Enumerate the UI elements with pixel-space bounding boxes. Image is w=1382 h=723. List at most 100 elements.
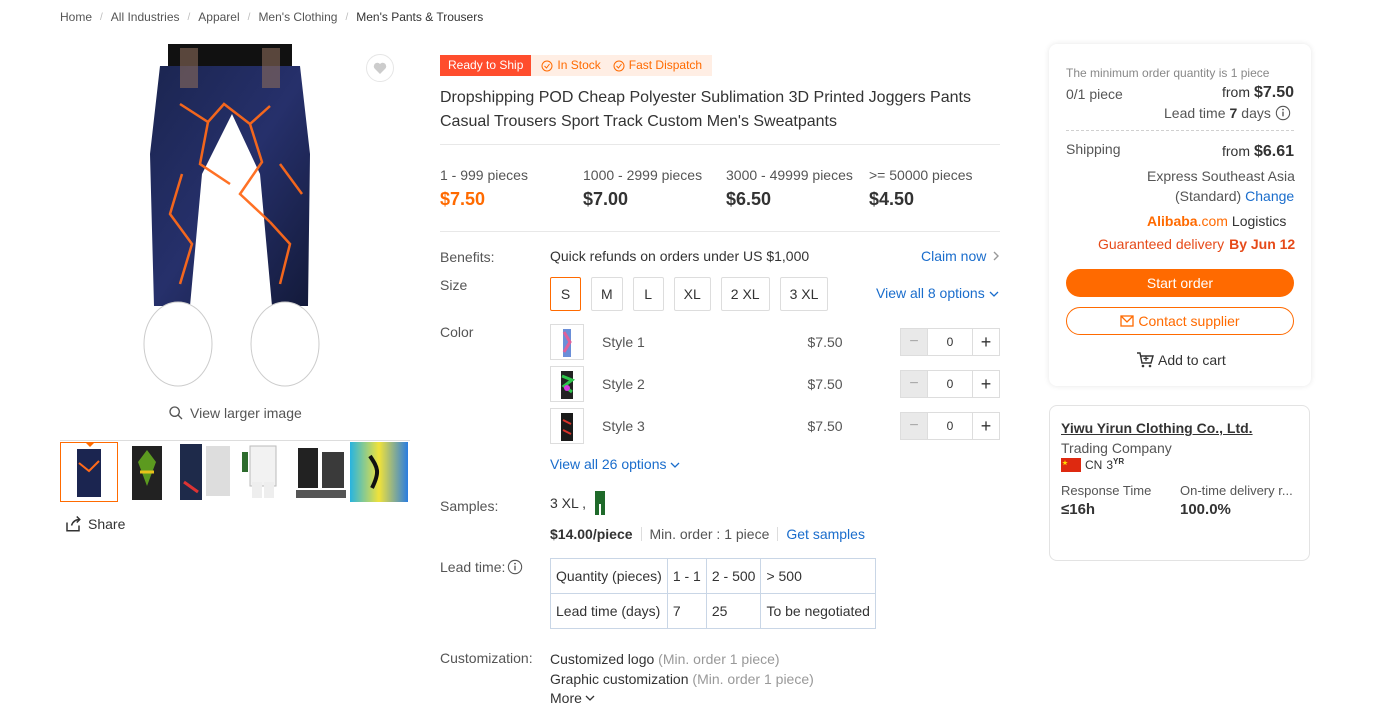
- share-button[interactable]: Share: [64, 515, 125, 533]
- price-tier: 1 - 999 pieces $7.50: [440, 167, 583, 210]
- claim-now-link[interactable]: Claim now: [921, 248, 1000, 264]
- color-swatch[interactable]: [550, 324, 585, 360]
- size-option-2xl[interactable]: 2 XL: [720, 277, 770, 311]
- product-title: Dropshipping POD Cheap Polyester Sublima…: [440, 86, 1000, 134]
- table-cell: Quantity (pieces): [550, 558, 668, 594]
- increment-button[interactable]: +: [972, 412, 1000, 440]
- main-product-image[interactable]: [120, 44, 340, 396]
- thumbnail[interactable]: [176, 442, 234, 502]
- decrement-button[interactable]: −: [900, 328, 928, 356]
- thumbnail-strip: [60, 440, 410, 502]
- change-shipping-link[interactable]: Change: [1245, 188, 1294, 204]
- quantity-stepper: − 0 +: [900, 370, 1000, 398]
- size-option-m[interactable]: M: [591, 277, 623, 311]
- style-price: $7.50: [807, 376, 843, 392]
- view-larger-label: View larger image: [190, 405, 302, 421]
- start-order-button[interactable]: Start order: [1066, 269, 1294, 297]
- thumbnail[interactable]: [234, 442, 292, 502]
- color-swatch[interactable]: [550, 408, 585, 444]
- increment-button[interactable]: +: [972, 370, 1000, 398]
- tier-price: $7.00: [583, 189, 629, 209]
- breadcrumb-all-industries[interactable]: All Industries: [111, 10, 180, 24]
- lead-time-unit: days: [1241, 105, 1271, 121]
- breadcrumb-home[interactable]: Home: [60, 10, 92, 24]
- divider: [1066, 130, 1294, 131]
- shipping-method: Express Southeast Asia: [1147, 168, 1295, 184]
- chevron-down-icon: [670, 462, 680, 468]
- years-unit: YR: [1113, 457, 1125, 466]
- size-option-xl[interactable]: XL: [673, 277, 711, 311]
- favorite-heart-button[interactable]: [366, 54, 394, 82]
- claim-now-label: Claim now: [921, 248, 987, 264]
- breadcrumb-mens-clothing[interactable]: Men's Clothing: [258, 10, 337, 24]
- tier-price: $6.50: [726, 189, 772, 209]
- increment-button[interactable]: +: [972, 328, 1000, 356]
- table-cell: 2 - 500: [705, 558, 762, 594]
- quantity-input[interactable]: 0: [928, 370, 972, 398]
- info-icon[interactable]: [507, 559, 523, 575]
- fast-dispatch-label: Fast Dispatch: [628, 58, 703, 72]
- alibaba-logo-domain: .com: [1197, 213, 1228, 229]
- more-customization-link[interactable]: More: [550, 690, 595, 706]
- supplier-name-link[interactable]: Yiwu Yirun Clothing Co., Ltd.: [1061, 420, 1253, 436]
- tier-prices: 1 - 999 pieces $7.50 1000 - 2999 pieces …: [440, 167, 1012, 210]
- ready-to-ship-badge: Ready to Ship: [440, 55, 532, 76]
- decrement-button[interactable]: −: [900, 412, 928, 440]
- tier-quantity: >= 50000 pieces: [869, 167, 973, 183]
- guaranteed-delivery: Guaranteed delivery By Jun 12: [1098, 236, 1295, 252]
- quantity-stepper: − 0 +: [900, 412, 1000, 440]
- sample-thumbnail: [595, 491, 606, 515]
- thumbnail[interactable]: [350, 442, 408, 502]
- from-label: from: [1222, 84, 1250, 100]
- customization-label: Customization:: [440, 650, 533, 666]
- guaranteed-label: Guaranteed delivery: [1098, 236, 1225, 252]
- tier-price: $7.50: [440, 189, 486, 209]
- divider: [440, 231, 1000, 232]
- china-flag-icon: [1061, 457, 1081, 472]
- view-all-sizes-link[interactable]: View all 8 options: [876, 285, 999, 301]
- thumbnail[interactable]: [292, 442, 350, 502]
- shipping-tier: (Standard): [1175, 188, 1242, 204]
- style-price: $7.50: [807, 418, 843, 434]
- size-option-l[interactable]: L: [632, 277, 664, 311]
- thumbnail[interactable]: [60, 442, 118, 502]
- price-tier: 1000 - 2999 pieces $7.00: [583, 167, 726, 210]
- color-row: Style 1 $7.50 − 0 +: [550, 324, 1000, 360]
- size-option-3xl[interactable]: 3 XL: [779, 277, 829, 311]
- add-to-cart-label: Add to cart: [1158, 352, 1226, 368]
- breadcrumb-current[interactable]: Men's Pants & Trousers: [356, 10, 483, 24]
- decrement-button[interactable]: −: [900, 370, 928, 398]
- size-options: S M L XL 2 XL 3 XL: [550, 277, 829, 311]
- chevron-right-icon: [993, 251, 1000, 261]
- contact-supplier-button[interactable]: Contact supplier: [1066, 307, 1294, 335]
- customization-name: Graphic customization: [550, 671, 689, 687]
- quantity-input[interactable]: 0: [928, 412, 972, 440]
- divider: [440, 144, 1000, 145]
- thumbnail[interactable]: [118, 442, 176, 502]
- min-order-note: The minimum order quantity is 1 piece: [1066, 66, 1270, 80]
- get-samples-link[interactable]: Get samples: [786, 526, 865, 542]
- color-swatch[interactable]: [550, 366, 585, 402]
- table-cell: 1 - 1: [666, 558, 707, 594]
- samples-label: Samples:: [440, 498, 499, 514]
- view-larger-image-link[interactable]: View larger image: [168, 405, 302, 421]
- info-icon[interactable]: [1275, 105, 1291, 121]
- size-option-s[interactable]: S: [550, 277, 581, 311]
- view-all-sizes-label: View all 8 options: [876, 285, 985, 301]
- chevron-down-icon: [989, 291, 999, 297]
- sample-size: 3 XL ,: [550, 495, 587, 511]
- alibaba-logo-text: Alibaba: [1147, 213, 1198, 229]
- magnifier-icon: [169, 406, 183, 420]
- color-row: Style 3 $7.50 − 0 +: [550, 408, 1000, 444]
- lead-time-text: Lead time: [1164, 105, 1226, 121]
- table-cell: 25: [705, 593, 762, 629]
- delivery-date: By Jun 12: [1229, 236, 1296, 252]
- supplier-origin: CN 3YR: [1061, 457, 1124, 472]
- quantity-input[interactable]: 0: [928, 328, 972, 356]
- customization-note: (Min. order 1 piece): [658, 651, 780, 667]
- view-all-colors-link[interactable]: View all 26 options: [550, 456, 680, 472]
- add-to-cart-button[interactable]: Add to cart: [1136, 352, 1226, 368]
- supplier-years: 3YR: [1106, 457, 1124, 472]
- divider: [777, 527, 779, 541]
- breadcrumb-apparel[interactable]: Apparel: [198, 10, 239, 24]
